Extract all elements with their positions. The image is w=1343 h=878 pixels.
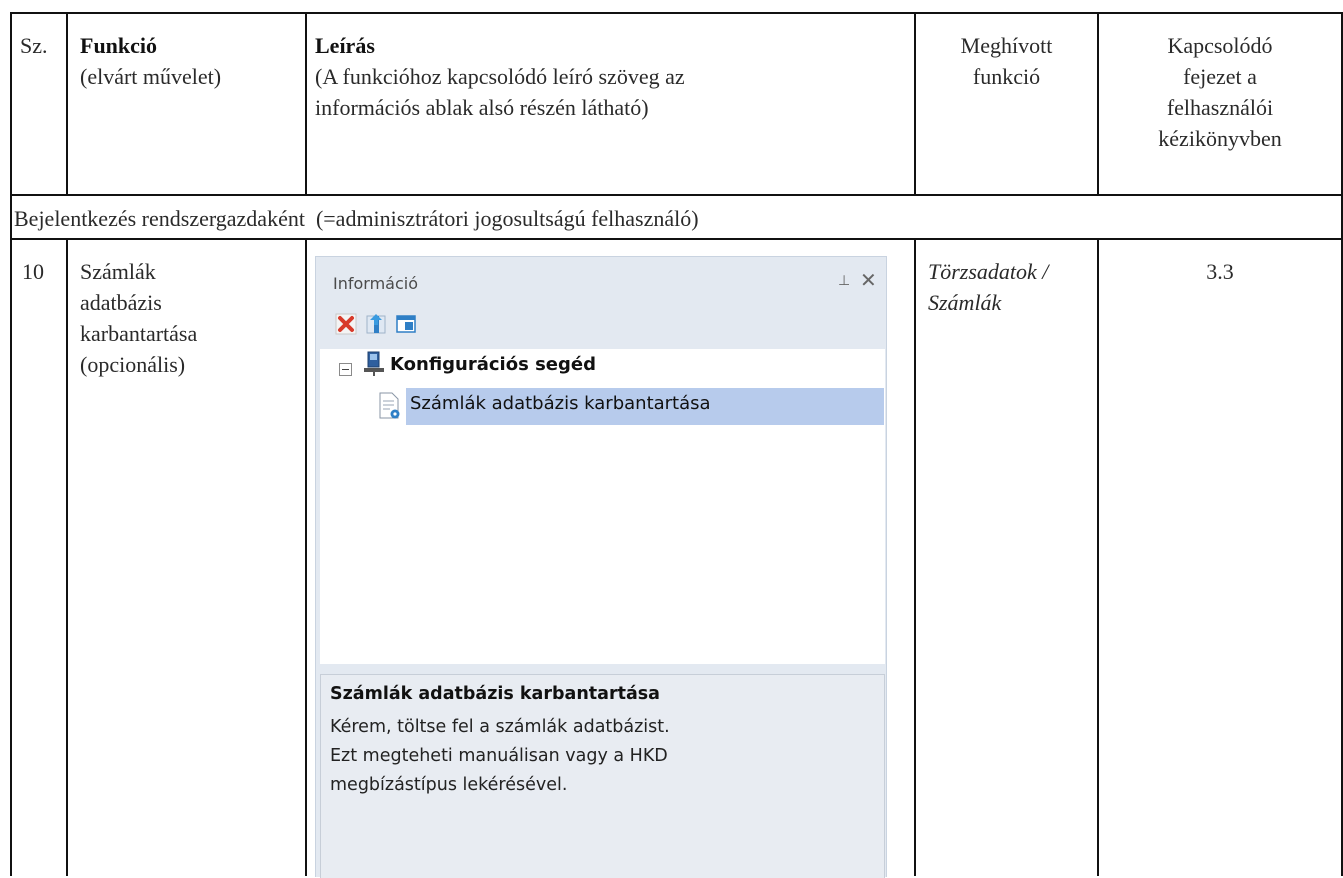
column-divider-4 bbox=[1097, 238, 1099, 876]
row-function: Számlák adatbázis karbantartása (opcioná… bbox=[80, 256, 197, 380]
close-icon[interactable]: ✕ bbox=[860, 269, 877, 291]
header-meghivott-line-1: Meghívott bbox=[960, 33, 1053, 58]
description-title: Számlák adatbázis karbantartása bbox=[330, 684, 660, 704]
header-kapcsolodo-line-3: felhasználói bbox=[1166, 95, 1274, 120]
header-leiras-subtitle-1: (A funkcióhoz kapcsolódó leíró szöveg az bbox=[315, 64, 685, 89]
tree-view: Konfigurációs segéd Számlák adatbázis ka… bbox=[320, 349, 885, 664]
table-border-section-bottom bbox=[10, 238, 1343, 240]
header-meghivott: Meghívott funkció bbox=[916, 30, 1097, 92]
header-funkcio-subtitle: (elvárt művelet) bbox=[80, 64, 222, 89]
description-body: Kérem, töltse fel a számlák adatbázist. … bbox=[330, 717, 670, 795]
column-divider-2 bbox=[305, 238, 307, 876]
row-called-function: Törzsadatok / Számlák bbox=[928, 256, 1048, 318]
row-function-line: Számlák bbox=[80, 259, 156, 284]
header-kapcsolodo-line-1: Kapcsolódó bbox=[1167, 33, 1273, 58]
tree-node-root[interactable]: Konfigurációs segéd bbox=[390, 354, 596, 375]
header-funkcio-title: Funkció bbox=[80, 33, 158, 58]
row-chapter: 3.3 bbox=[1206, 259, 1234, 284]
window-icon[interactable] bbox=[395, 313, 417, 335]
tree-node-selected[interactable]: Számlák adatbázis karbantartása bbox=[406, 388, 884, 425]
row-function-line: adatbázis bbox=[80, 290, 162, 315]
tree-node-label: Számlák adatbázis karbantartása bbox=[410, 393, 711, 414]
header-leiras: Leírás (A funkcióhoz kapcsolódó leíró sz… bbox=[315, 30, 685, 123]
header-kapcsolodo-line-2: fejezet a bbox=[1183, 64, 1257, 89]
pin-icon[interactable]: ⊥ bbox=[838, 273, 850, 289]
column-divider-2 bbox=[305, 12, 307, 195]
row-called-function-line-1: Törzsadatok / bbox=[928, 259, 1049, 284]
row-called-function-line-2: Számlák bbox=[928, 290, 1002, 315]
table-border-top bbox=[10, 12, 1343, 14]
table-border-header-bottom bbox=[10, 194, 1343, 196]
header-kapcsolodo-line-4: kézikönyvben bbox=[1158, 126, 1282, 151]
info-book-icon[interactable] bbox=[365, 313, 387, 335]
header-meghivott-line-2: funkció bbox=[972, 64, 1041, 89]
computer-icon bbox=[364, 351, 384, 376]
header-sz: Sz. bbox=[20, 33, 48, 58]
column-divider-1 bbox=[66, 238, 68, 876]
row-number: 10 bbox=[22, 259, 44, 284]
column-divider-3 bbox=[914, 238, 916, 876]
delete-icon[interactable] bbox=[335, 313, 357, 335]
header-leiras-subtitle-2: információs ablak alsó részén látható) bbox=[315, 95, 649, 120]
header-funkcio: Funkció (elvárt művelet) bbox=[80, 30, 221, 92]
header-kapcsolodo: Kapcsolódó fejezet a felhasználói kézikö… bbox=[1099, 30, 1341, 154]
information-panel: Információ ⊥ ✕ Konfigurációs segéd Száml… bbox=[315, 256, 887, 878]
panel-title: Információ bbox=[333, 274, 418, 293]
header-leiras-title: Leírás bbox=[315, 33, 375, 58]
row-function-line: (opcionális) bbox=[80, 352, 186, 377]
document-gear-icon bbox=[379, 392, 400, 419]
section-row-text: Bejelentkezés rendszergazdaként (=admini… bbox=[14, 206, 699, 231]
row-function-line: karbantartása bbox=[80, 321, 198, 346]
table-border-left bbox=[10, 12, 12, 876]
column-divider-1 bbox=[66, 12, 68, 195]
collapse-toggle-icon[interactable] bbox=[339, 363, 352, 376]
description-pane: Számlák adatbázis karbantartása Kérem, t… bbox=[320, 674, 885, 878]
